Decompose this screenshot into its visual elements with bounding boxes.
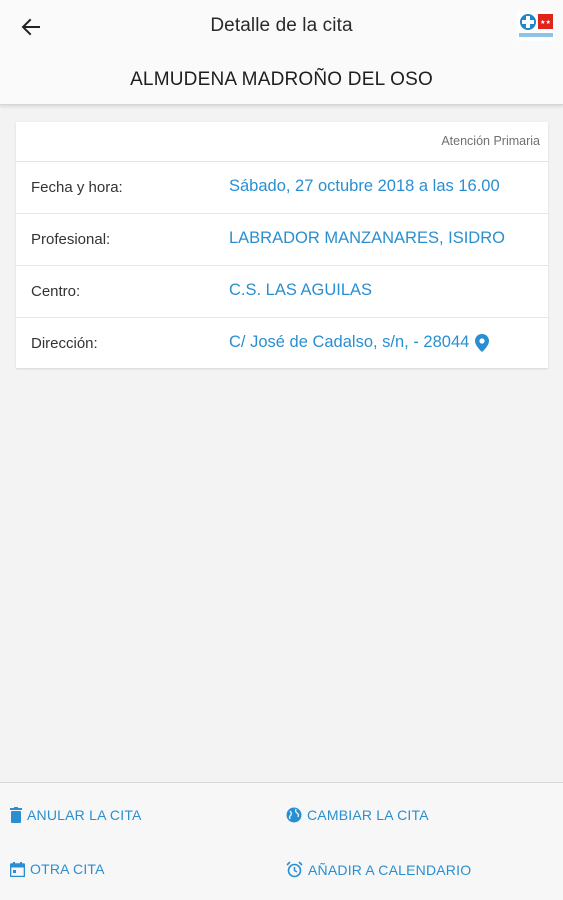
appointment-card: Atención Primaria Fecha y hora: Sábado, … [16,122,548,368]
calendar-icon [10,861,25,877]
action-bar: ANULAR LA CITA CAMBIAR LA CITA OTRA CITA… [0,782,563,900]
add-to-calendar-button[interactable]: AÑADIR A CALENDARIO [286,861,471,878]
address-link[interactable]: C/ José de Cadalso, s/n, - 28044 [229,333,490,352]
svg-text:★★: ★★ [540,19,551,26]
add-to-calendar-label: AÑADIR A CALENDARIO [308,861,472,878]
patient-header: ALMUDENA MADROÑO DEL OSO [0,53,563,105]
alarm-clock-icon [286,861,303,878]
center-value: C.S. LAS AGUILAS [229,281,373,299]
row-datetime: Fecha y hora: Sábado, 27 octubre 2018 a … [16,162,548,214]
patient-name: ALMUDENA MADROÑO DEL OSO [130,69,433,90]
map-pin-icon[interactable] [475,333,490,352]
address-label: Dirección: [31,335,98,352]
datetime-value: Sábado, 27 octubre 2018 a las 16.00 [229,177,500,195]
trash-icon [10,807,22,823]
change-appointment-button[interactable]: CAMBIAR LA CITA [286,807,429,823]
category-label: Atención Primaria [441,134,540,148]
other-appointment-button[interactable]: OTRA CITA [10,861,105,877]
change-appointment-label: CAMBIAR LA CITA [307,807,429,823]
professional-label: Profesional: [31,231,111,248]
cancel-appointment-label: ANULAR LA CITA [27,807,142,823]
globe-icon [286,807,302,823]
row-professional: Profesional: LABRADOR MANZANARES, ISIDRO [16,214,548,266]
professional-value: LABRADOR MANZANARES, ISIDRO [229,229,505,247]
page-title: Detalle de la cita [210,15,353,36]
salud-madrid-logo: ★★ [517,11,555,41]
card-header: Atención Primaria [16,122,548,162]
address-value: C/ José de Cadalso, s/n, - 28044 [229,333,470,351]
cancel-appointment-button[interactable]: ANULAR LA CITA [10,807,142,823]
row-address[interactable]: Dirección: C/ José de Cadalso, s/n, - 28… [16,318,548,368]
datetime-label: Fecha y hora: [31,179,123,196]
app-bar: Detalle de la cita ★★ [0,0,563,53]
center-label: Centro: [31,283,81,300]
other-appointment-label: OTRA CITA [30,861,105,877]
row-center: Centro: C.S. LAS AGUILAS [16,266,548,318]
